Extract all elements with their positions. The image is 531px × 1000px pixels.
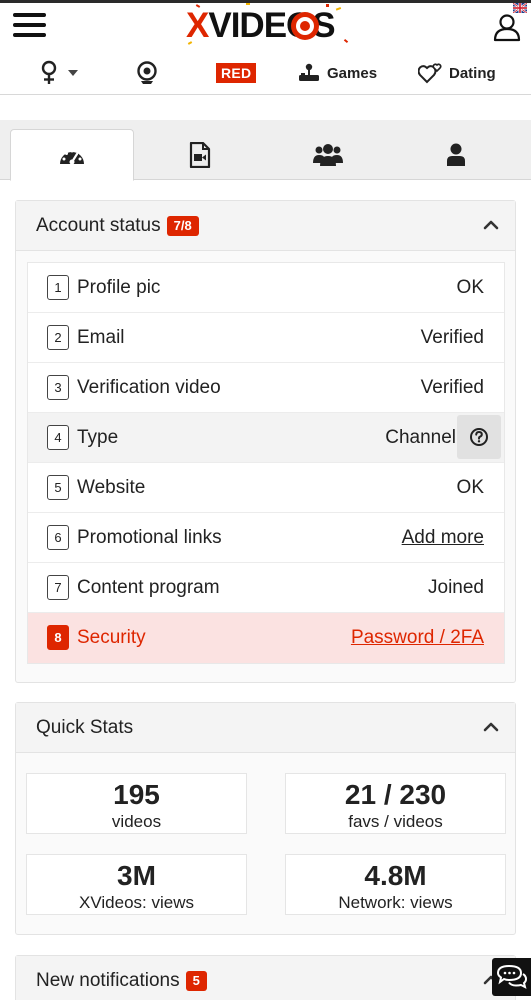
account-status-title: Account status	[36, 214, 161, 236]
row-label: Email	[77, 327, 125, 348]
status-row-profile-pic: 1 Profile pic OK	[28, 263, 504, 313]
row-number: 5	[47, 475, 69, 500]
logo-confetti-icon	[187, 3, 349, 45]
tab-dashboard[interactable]	[10, 129, 134, 181]
stat-value: 195	[113, 779, 160, 810]
stat-value: 3M	[117, 860, 156, 891]
dating-label: Dating	[449, 64, 496, 82]
question-circle-icon	[470, 428, 488, 446]
chevron-up-icon[interactable]	[483, 720, 499, 732]
row-number: 8	[47, 625, 69, 650]
row-label: Security	[77, 627, 146, 648]
row-number: 4	[47, 425, 69, 450]
row-value: Verified	[420, 327, 484, 348]
stat-favs-videos[interactable]: 21 / 230 favs / videos	[285, 773, 506, 834]
webcam-link[interactable]	[136, 56, 158, 90]
row-value: Verified	[420, 377, 484, 398]
user-icon	[447, 143, 465, 166]
account-user-icon[interactable]	[492, 12, 522, 42]
row-label: Content program	[77, 577, 220, 598]
row-label: Type	[77, 427, 119, 448]
red-badge: RED	[216, 63, 257, 83]
row-number: 3	[47, 375, 69, 400]
users-icon	[313, 143, 343, 166]
red-link[interactable]: RED	[216, 56, 257, 90]
site-logo[interactable]: XVIDEOS	[186, 2, 356, 52]
stat-value: 4.8M	[364, 860, 427, 891]
status-row-website: 5 Website OK	[28, 463, 504, 513]
row-label: Promotional links	[77, 527, 222, 548]
female-symbol-icon	[41, 60, 57, 84]
caret-down-icon	[68, 70, 78, 76]
status-row-security: 8 Security Password / 2FA	[28, 613, 504, 663]
quick-stats-title: Quick Stats	[36, 716, 134, 738]
status-row-promotional-links: 6 Promotional links Add more	[28, 513, 504, 563]
account-status-list: 1 Profile pic OK 2 Email Verified 3 Veri…	[27, 262, 505, 664]
notifications-title: New notifications	[36, 970, 180, 991]
stat-label: Network: views	[338, 893, 453, 912]
notifications-header[interactable]: New notifications 5	[16, 956, 515, 1000]
video-file-icon	[189, 141, 211, 168]
menu-icon[interactable]	[13, 10, 47, 40]
chevron-up-icon[interactable]	[483, 218, 499, 230]
password-2fa-link[interactable]: Password / 2FA	[351, 613, 484, 663]
stat-xvideos-views[interactable]: 3M XVideos: views	[26, 854, 247, 915]
notifications-panel: New notifications 5	[15, 955, 516, 1000]
stat-videos[interactable]: 195 videos	[26, 773, 247, 834]
stat-value: 21 / 230	[344, 779, 447, 810]
account-status-header[interactable]: Account status 7/8	[16, 201, 515, 251]
quick-stats-header[interactable]: Quick Stats	[16, 703, 515, 753]
tab-videos[interactable]	[138, 129, 262, 180]
stat-label: XVideos: views	[79, 893, 194, 912]
dashboard-icon	[60, 149, 84, 165]
row-value: OK	[456, 477, 484, 498]
stat-label: videos	[111, 812, 162, 831]
top-header: XVIDEOS RED Games Dating	[0, 0, 531, 95]
chat-button[interactable]	[492, 958, 531, 996]
games-link[interactable]: Games	[298, 56, 377, 90]
row-value: Joined	[428, 577, 484, 598]
row-value: OK	[456, 277, 484, 298]
hearts-icon	[418, 63, 442, 84]
stat-label: favs / videos	[348, 812, 443, 831]
joystick-icon	[299, 63, 319, 81]
status-row-content-program: 7 Content program Joined	[28, 563, 504, 613]
row-number: 6	[47, 525, 69, 550]
status-row-email: 2 Email Verified	[28, 313, 504, 363]
tab-profile[interactable]	[394, 129, 518, 180]
gender-selector[interactable]	[38, 56, 79, 90]
main-nav: RED Games Dating	[0, 56, 531, 90]
notifications-badge: 5	[185, 971, 207, 991]
quick-stats-panel: Quick Stats 195 videos 21 / 230 favs / v…	[15, 702, 516, 935]
tab-subscribers[interactable]	[266, 129, 390, 180]
row-number: 1	[47, 275, 69, 300]
chat-bubbles-icon	[496, 964, 527, 989]
account-status-panel: Account status 7/8 1 Profile pic OK 2 Em…	[15, 200, 516, 683]
account-status-badge: 7/8	[166, 215, 199, 236]
row-number: 7	[47, 575, 69, 600]
type-help-button[interactable]	[457, 415, 501, 459]
webcam-icon	[137, 61, 157, 84]
games-label: Games	[327, 64, 378, 82]
row-number: 2	[47, 325, 69, 350]
dating-link[interactable]: Dating	[418, 56, 496, 90]
stat-network-views[interactable]: 4.8M Network: views	[285, 854, 506, 915]
row-value: Channel	[385, 427, 456, 448]
status-row-type: 4 Type Channel	[28, 413, 504, 463]
add-more-link[interactable]: Add more	[402, 513, 484, 563]
row-label: Verification video	[77, 377, 221, 398]
status-row-verification-video: 3 Verification video Verified	[28, 363, 504, 413]
row-label: Website	[77, 477, 146, 498]
row-label: Profile pic	[77, 277, 161, 298]
